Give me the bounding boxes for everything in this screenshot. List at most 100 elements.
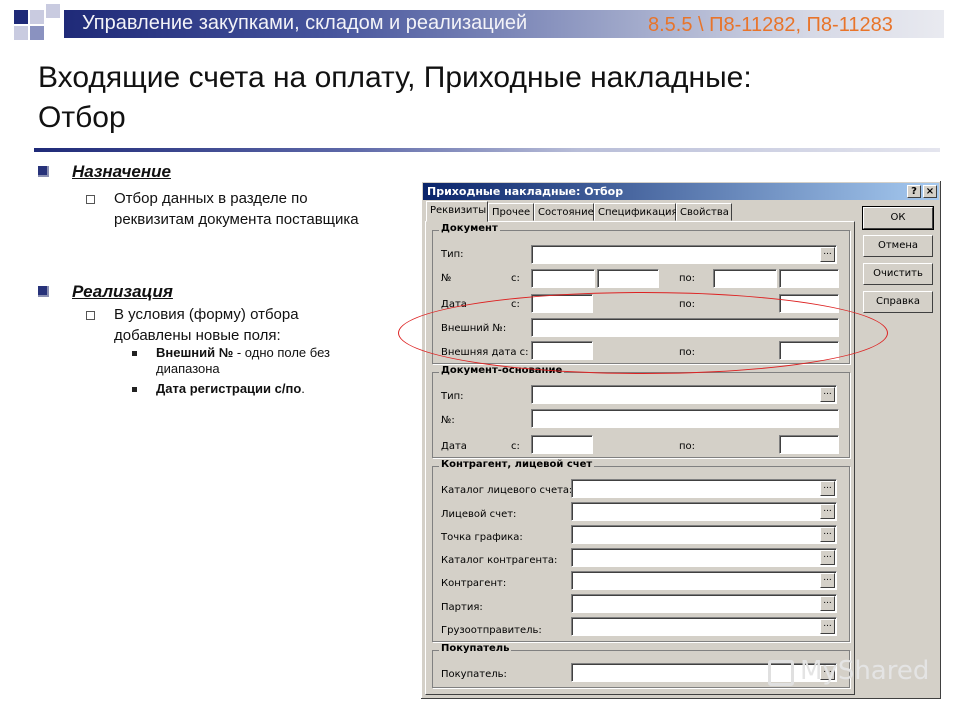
ellipsis-button[interactable]: ... <box>820 387 835 402</box>
ellipsis-button[interactable]: ... <box>820 619 835 634</box>
label-buyer: Покупатель: <box>441 669 507 680</box>
group-title: Покупатель <box>439 643 512 654</box>
bullet-marker <box>38 166 49 177</box>
close-icon[interactable]: × <box>923 185 937 198</box>
label-from: с: <box>511 273 520 284</box>
label-account: Лицевой счет: <box>441 509 517 520</box>
account-catalog-field[interactable]: ... <box>571 479 837 498</box>
tab-state[interactable]: Состояние <box>534 203 594 221</box>
sub-bullet-marker <box>86 311 95 320</box>
tab-specification[interactable]: Спецификация <box>594 203 678 221</box>
new-field-reg-date: Дата регистрации с/по. <box>156 381 386 397</box>
label-from: с: <box>511 299 520 310</box>
decor-square-2 <box>30 10 44 24</box>
watermark: MyShared <box>800 656 930 686</box>
label-batch: Партия: <box>441 602 483 613</box>
shipper-field[interactable]: ... <box>571 617 837 636</box>
purpose-text: Отбор данных в разделе по реквизитам док… <box>114 190 359 228</box>
group-contractor: Контрагент, лицевой счет Каталог лицевог… <box>432 459 850 642</box>
ellipsis-button[interactable]: ... <box>820 596 835 611</box>
header-reference: 8.5.5 \ П8-11282, П8-11283 <box>648 14 893 36</box>
doc-number-from-1[interactable] <box>531 269 595 288</box>
doc-type-field[interactable]: ... <box>531 245 837 264</box>
tab-properties[interactable]: Свойства <box>676 203 732 221</box>
label-basis-number: №: <box>441 415 455 426</box>
ellipsis-button[interactable]: ... <box>820 527 835 542</box>
dialog-title: Приходные накладные: Отбор <box>427 185 624 198</box>
purpose-heading: Назначение <box>72 162 171 181</box>
label-from: с: <box>511 441 520 452</box>
label-to: по: <box>679 273 696 284</box>
account-field[interactable]: ... <box>571 502 837 521</box>
external-date-from[interactable] <box>531 341 593 360</box>
label-basis-date: Дата <box>441 441 467 452</box>
external-date-to[interactable] <box>779 341 839 360</box>
label-schedule-point: Точка графика: <box>441 532 523 543</box>
cancel-button[interactable]: Отмена <box>863 235 933 257</box>
basis-type-field[interactable]: ... <box>531 385 837 404</box>
tab-other[interactable]: Прочее <box>488 203 534 221</box>
label-doc-date: Дата <box>441 299 467 310</box>
label-to: по: <box>679 299 696 310</box>
group-document: Документ Тип: ... № с: по: Дата с: по: В… <box>432 223 850 364</box>
decor-square-4 <box>14 26 28 40</box>
doc-date-to[interactable] <box>779 294 839 313</box>
slide-title: Входящие счета на оплату, Приходные накл… <box>38 61 752 134</box>
dialog-titlebar: Приходные накладные: Отбор ? × <box>423 183 939 200</box>
ellipsis-button[interactable]: ... <box>820 247 835 262</box>
watermark-icon <box>768 660 794 686</box>
contractor-catalog-field[interactable]: ... <box>571 548 837 567</box>
contractor-field[interactable]: ... <box>571 571 837 590</box>
buyer-field[interactable]: ... <box>571 663 837 682</box>
schedule-point-field[interactable]: ... <box>571 525 837 544</box>
sub-sub-bullet-marker <box>132 387 137 392</box>
new-field-name: Внешний № <box>156 345 234 360</box>
label-contractor: Контрагент: <box>441 578 507 589</box>
label-external-no: Внешний №: <box>441 323 507 334</box>
basis-date-to[interactable] <box>779 435 839 454</box>
label-to: по: <box>679 347 696 358</box>
ellipsis-button[interactable]: ... <box>820 550 835 565</box>
label-basis-type: Тип: <box>441 391 464 402</box>
label-shipper: Грузоотправитель: <box>441 625 542 636</box>
label-account-catalog: Каталог лицевого счета: <box>441 485 573 496</box>
help-icon[interactable]: ? <box>907 185 921 198</box>
label-doc-type: Тип: <box>441 249 464 260</box>
tab-requisites[interactable]: Реквизиты <box>426 201 488 222</box>
sub-bullet-marker <box>86 195 95 204</box>
title-rule <box>34 148 940 152</box>
basis-date-from[interactable] <box>531 435 593 454</box>
ok-button[interactable]: ОК <box>862 206 934 230</box>
ellipsis-button[interactable]: ... <box>820 481 835 496</box>
label-external-date-from: Внешняя дата с: <box>441 347 529 358</box>
new-field-desc: . <box>301 381 305 396</box>
help-button[interactable]: Справка <box>863 291 933 313</box>
decor-square-1 <box>14 10 28 24</box>
sub-sub-bullet-marker <box>132 351 137 356</box>
ellipsis-button[interactable]: ... <box>820 573 835 588</box>
doc-number-to-1[interactable] <box>713 269 777 288</box>
doc-date-from[interactable] <box>531 294 593 313</box>
decor-square-5 <box>30 26 44 40</box>
batch-field[interactable]: ... <box>571 594 837 613</box>
tab-panel: Документ Тип: ... № с: по: Дата с: по: В… <box>425 221 855 695</box>
group-title: Документ <box>439 223 500 234</box>
doc-number-to-2[interactable] <box>779 269 839 288</box>
basis-number-field[interactable] <box>531 409 839 428</box>
decor-square-3 <box>46 4 60 18</box>
implementation-heading: Реализация <box>72 282 173 301</box>
label-doc-number: № <box>441 273 452 284</box>
clear-button[interactable]: Очистить <box>863 263 933 285</box>
external-no-field[interactable] <box>531 318 839 337</box>
header-band-title: Управление закупками, складом и реализац… <box>82 12 528 34</box>
implementation-text: В условия (форму) отбора добавлены новые… <box>114 306 299 344</box>
label-to: по: <box>679 441 696 452</box>
filter-dialog: Приходные накладные: Отбор ? × Реквизиты… <box>420 180 942 700</box>
new-field-external-no: Внешний № - одно поле без диапазона <box>156 345 386 377</box>
ellipsis-button[interactable]: ... <box>820 504 835 519</box>
label-contractor-catalog: Каталог контрагента: <box>441 555 558 566</box>
group-basis-document: Документ-основание Тип: ... №: Дата с: п… <box>432 365 850 458</box>
doc-number-from-2[interactable] <box>597 269 659 288</box>
group-title: Документ-основание <box>439 365 565 376</box>
group-title: Контрагент, лицевой счет <box>439 459 595 470</box>
